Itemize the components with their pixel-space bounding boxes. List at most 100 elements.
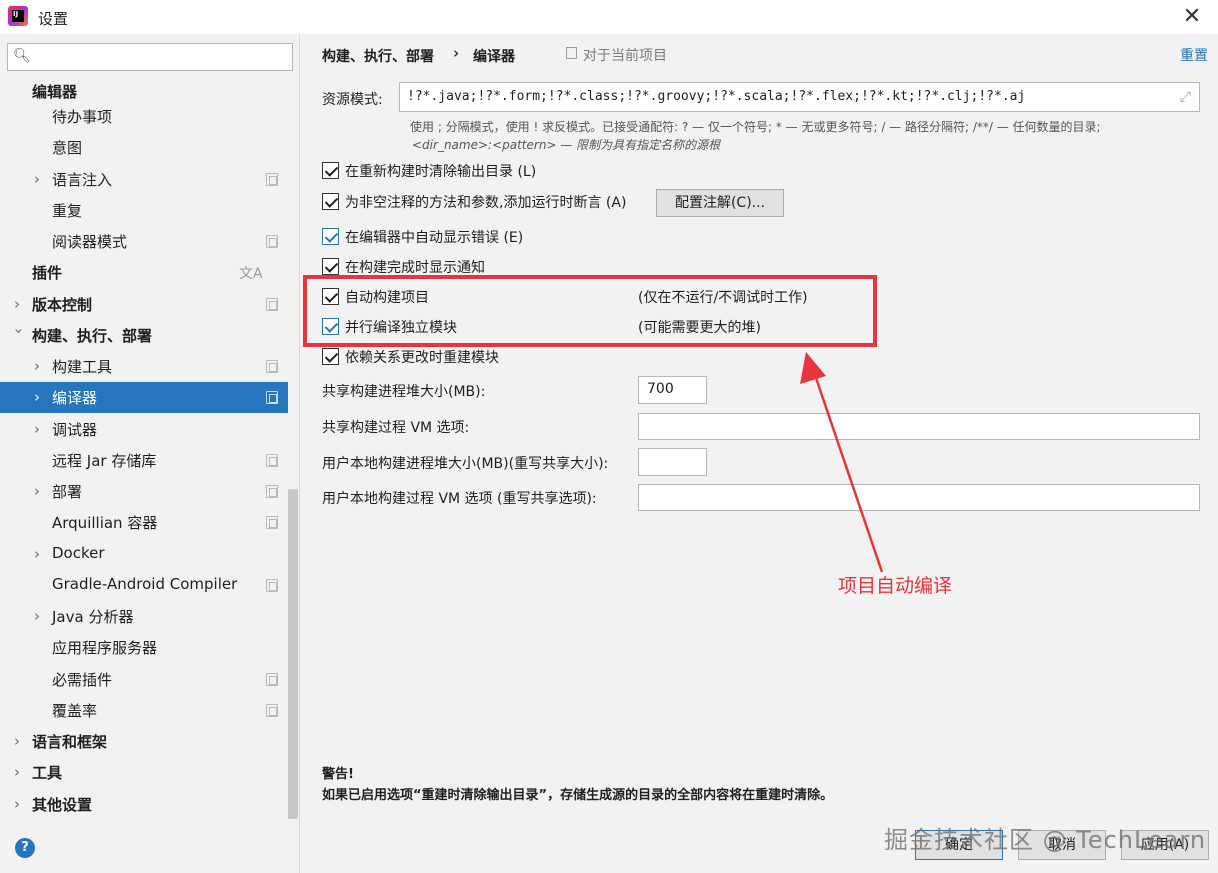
chevron-right-icon[interactable]: › [34,389,48,405]
checkbox-label: 在构建完成时显示通知 [345,260,485,276]
project-scope-icon [266,516,278,529]
sidebar-item-label: 构建、执行、部署 [32,327,153,345]
resource-patterns-value: !?*.java;!?*.form;!?*.class;!?*.groovy;!… [407,89,1026,104]
close-icon[interactable]: ✕ [1178,3,1206,31]
breadcrumb-parent[interactable]: 构建、执行、部署 [322,46,434,66]
sidebar-item-gradle-android[interactable]: Gradle-Android Compiler [0,570,288,601]
chevron-right-icon[interactable]: › [34,358,48,374]
sidebar-scrollbar[interactable] [288,489,298,819]
checkbox-checked-icon[interactable] [322,228,339,245]
chevron-right-icon[interactable]: › [34,171,48,187]
sidebar-item-intentions[interactable]: 意图 [0,132,288,163]
project-scope-icon [266,485,278,498]
chevron-right-icon[interactable]: › [34,421,48,437]
sidebar-item-build-execution-deployment[interactable]: › 构建、执行、部署 [0,320,288,351]
checkbox-label: 在编辑器中自动显示错误 (E) [345,230,524,246]
checkbox-checked-icon[interactable] [322,162,339,179]
warning-text: 如果已启用选项“重建时清除输出目录”，存储生成源的目录的全部内容将在重建时清除。 [322,788,834,803]
shared-heap-input[interactable]: 700 [638,376,707,404]
translate-icon: 文A [239,266,263,282]
warning-title: 警告! [322,767,354,782]
sidebar-item-label: 必需插件 [52,671,113,689]
expand-icon[interactable]: ⤢ [1180,89,1191,105]
chevron-right-icon[interactable]: › [14,733,28,749]
search-icon: 🔍︎ [13,48,31,64]
configure-annotations-button[interactable]: 配置注解(C)... [656,189,784,217]
sidebar-item-docker[interactable]: › Docker [0,539,288,570]
sidebar-item-debugger[interactable]: › 调试器 [0,414,288,445]
resource-patterns-hint: 使用 ; 分隔模式，使用 ! 求反模式。已接受通配符: ? — 仅一个符号; *… [410,120,1101,134]
chevron-right-icon[interactable]: › [14,796,28,812]
help-icon[interactable]: ? [15,838,35,858]
sidebar-item-languages-frameworks[interactable]: › 语言和框架 [0,726,288,757]
sidebar-item-deployment[interactable]: › 部署 [0,476,288,507]
intellij-logo-icon: IJ [8,6,28,26]
sidebar-item-plugins[interactable]: 插件 文A [0,257,288,288]
resource-patterns-input[interactable]: !?*.java;!?*.form;!?*.class;!?*.groovy;!… [399,82,1200,112]
sidebar-item-label: 重复 [52,202,83,220]
settings-sidebar: 🔍︎ 编辑器 待办事项 意图 › 语言注入 重复 阅读器模式 插件 文A › 版… [0,34,300,873]
sidebar-item-arquillian[interactable]: Arquillian 容器 [0,507,288,538]
settings-tree: 编辑器 待办事项 意图 › 语言注入 重复 阅读器模式 插件 文A › 版本控制 [0,76,288,821]
chevron-right-icon[interactable]: › [34,483,48,499]
window-title: 设置 [38,10,69,28]
project-scope-icon [566,47,577,59]
sidebar-item-label: Docker [52,544,105,562]
shared-vm-input[interactable] [638,413,1200,440]
project-scope-icon [266,173,278,186]
chevron-right-icon[interactable]: › [14,296,28,312]
checkbox-checked-icon[interactable] [322,193,339,210]
sidebar-item-label: 语言和框架 [32,733,108,751]
sidebar-item-compiler[interactable]: › 编译器 [0,382,288,413]
sidebar-item-label: 待办事项 [52,108,113,126]
checkbox-label: 依赖关系更改时重建模块 [345,350,499,366]
user-vm-input[interactable] [638,484,1200,511]
sidebar-item-label: 其他设置 [32,796,93,814]
project-scope-icon [266,360,278,373]
sidebar-item-label: 调试器 [52,421,98,439]
sidebar-item-label: 阅读器模式 [52,233,128,251]
sidebar-item-label: Java 分析器 [52,608,134,626]
sidebar-item-tools[interactable]: › 工具 [0,757,288,788]
title-bar: IJ 设置 ✕ [0,0,1218,34]
sidebar-item-duplicates[interactable]: 重复 [0,195,288,226]
sidebar-item-label: 覆盖率 [52,702,98,720]
breadcrumb-current: 编译器 [473,49,515,65]
search-input[interactable]: 🔍︎ [7,43,293,71]
chevron-right-icon[interactable]: › [34,608,48,624]
shared-vm-label: 共享构建过程 VM 选项: [322,420,470,436]
sidebar-item-label: Arquillian 容器 [52,514,158,532]
sidebar-item-language-injection[interactable]: › 语言注入 [0,164,288,195]
checkbox-checked-icon[interactable] [322,258,339,275]
sidebar-item-build-tools[interactable]: › 构建工具 [0,351,288,382]
project-scope-icon [266,673,278,686]
sidebar-item-label: 意图 [52,139,83,157]
sidebar-item-app-servers[interactable]: 应用程序服务器 [0,632,288,663]
user-heap-input[interactable] [638,448,707,476]
sidebar-item-remote-jar[interactable]: 远程 Jar 存储库 [0,445,288,476]
sidebar-item-label: 工具 [32,764,63,782]
sidebar-item-label: 应用程序服务器 [52,639,158,657]
breadcrumb-separator-icon: › [453,44,460,62]
sidebar-item-coverage[interactable]: 覆盖率 [0,695,288,726]
project-scope-label: 对于当前项目 [583,48,667,64]
sidebar-item-reader-mode[interactable]: 阅读器模式 [0,226,288,257]
sidebar-item-java-profiler[interactable]: › Java 分析器 [0,601,288,632]
sidebar-item-required-plugins[interactable]: 必需插件 [0,664,288,695]
sidebar-item-version-control[interactable]: › 版本控制 [0,289,288,320]
chevron-right-icon[interactable]: › [34,546,48,562]
user-vm-label: 用户本地构建过程 VM 选项 (重写共享选项): [322,491,597,507]
chevron-right-icon[interactable]: › [14,764,28,780]
reset-link[interactable]: 重置 [1180,45,1208,65]
sidebar-item-todo[interactable]: 待办事项 [0,101,288,132]
sidebar-item-label: 编辑器 [32,83,78,101]
project-scope-icon [266,454,278,467]
checkbox-label: 为非空注释的方法和参数,添加运行时断言 (A) [345,195,627,211]
sidebar-item-label: 插件 [32,264,63,282]
project-scope-icon [266,704,278,717]
sidebar-item-label: 部署 [52,483,83,501]
sidebar-item-other-settings[interactable]: › 其他设置 [0,789,288,820]
checkbox-checked-icon[interactable] [322,348,339,365]
chevron-down-icon[interactable]: › [10,328,28,342]
sidebar-item-label: 构建工具 [52,358,113,376]
